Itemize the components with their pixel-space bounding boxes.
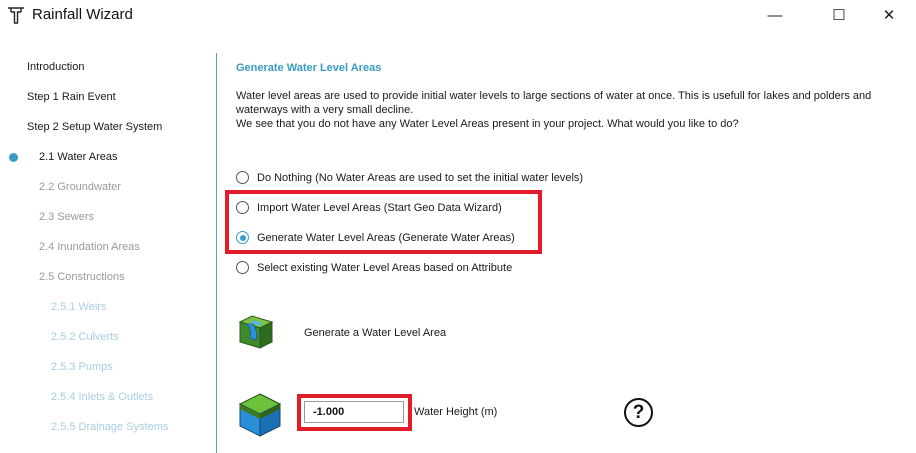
minimize-icon: — [767,6,783,24]
sidebar-item-pumps[interactable]: 2.5.3 Pumps [51,361,113,373]
option-label: Select existing Water Level Areas based … [257,261,513,274]
sidebar-item-inlets-outlets[interactable]: 2.5.4 Inlets & Outlets [51,391,153,403]
close-button[interactable]: ✕ [866,0,912,30]
sidebar-item-inundation-areas[interactable]: 2.4 Inundation Areas [39,241,140,253]
option-label: Do Nothing (No Water Areas are used to s… [257,171,584,184]
sidebar-item-culverts[interactable]: 2.5.2 Culverts [51,331,119,343]
maximize-button[interactable]: ☐ [816,0,862,30]
generate-water-area-label[interactable]: Generate a Water Level Area [304,327,446,339]
option-do-nothing[interactable]: Do Nothing (No Water Areas are used to s… [236,171,583,184]
active-step-bullet-icon [9,153,18,162]
highlight-box-options [225,190,542,254]
window-title: Rainfall Wizard [32,6,133,23]
tee-junction-icon [8,7,24,24]
sidebar-item-introduction[interactable]: Introduction [27,61,84,73]
radio-select-by-attribute[interactable] [236,261,249,274]
sidebar-item-groundwater[interactable]: 2.2 Groundwater [39,181,121,193]
sidebar-item-weirs[interactable]: 2.5.1 Weirs [51,301,106,313]
page-title: Generate Water Level Areas [236,62,382,74]
description-line: We see that you do not have any Water Le… [236,118,739,130]
maximize-icon: ☐ [832,7,846,24]
help-icon[interactable]: ? [624,398,653,427]
sidebar-item-sewers[interactable]: 2.3 Sewers [39,211,94,223]
sidebar-item-water-areas[interactable]: 2.1 Water Areas [39,151,117,163]
minimize-button[interactable]: — [752,0,798,30]
sidebar-item-setup-water-system[interactable]: Step 2 Setup Water System [27,121,162,133]
description-line: Water level areas are used to provide in… [236,90,872,116]
generate-water-area-icon[interactable] [238,312,274,350]
option-select-by-attribute[interactable]: Select existing Water Level Areas based … [236,261,512,274]
sidebar-item-constructions[interactable]: 2.5 Constructions [39,271,125,283]
title-bar: Rainfall Wizard — ☐ ✕ [0,0,916,30]
water-height-label: Water Height (m) [414,406,498,418]
description: Water level areas are used to provide in… [236,89,896,131]
water-cube-icon [238,393,282,437]
sidebar-item-drainage-systems[interactable]: 2.5.5 Drainage Systems [51,421,168,433]
sidebar-divider [216,53,217,453]
radio-do-nothing[interactable] [236,171,249,184]
highlight-box-water-height [297,394,412,431]
sidebar-item-rain-event[interactable]: Step 1 Rain Event [27,91,116,103]
close-icon: ✕ [882,7,896,24]
